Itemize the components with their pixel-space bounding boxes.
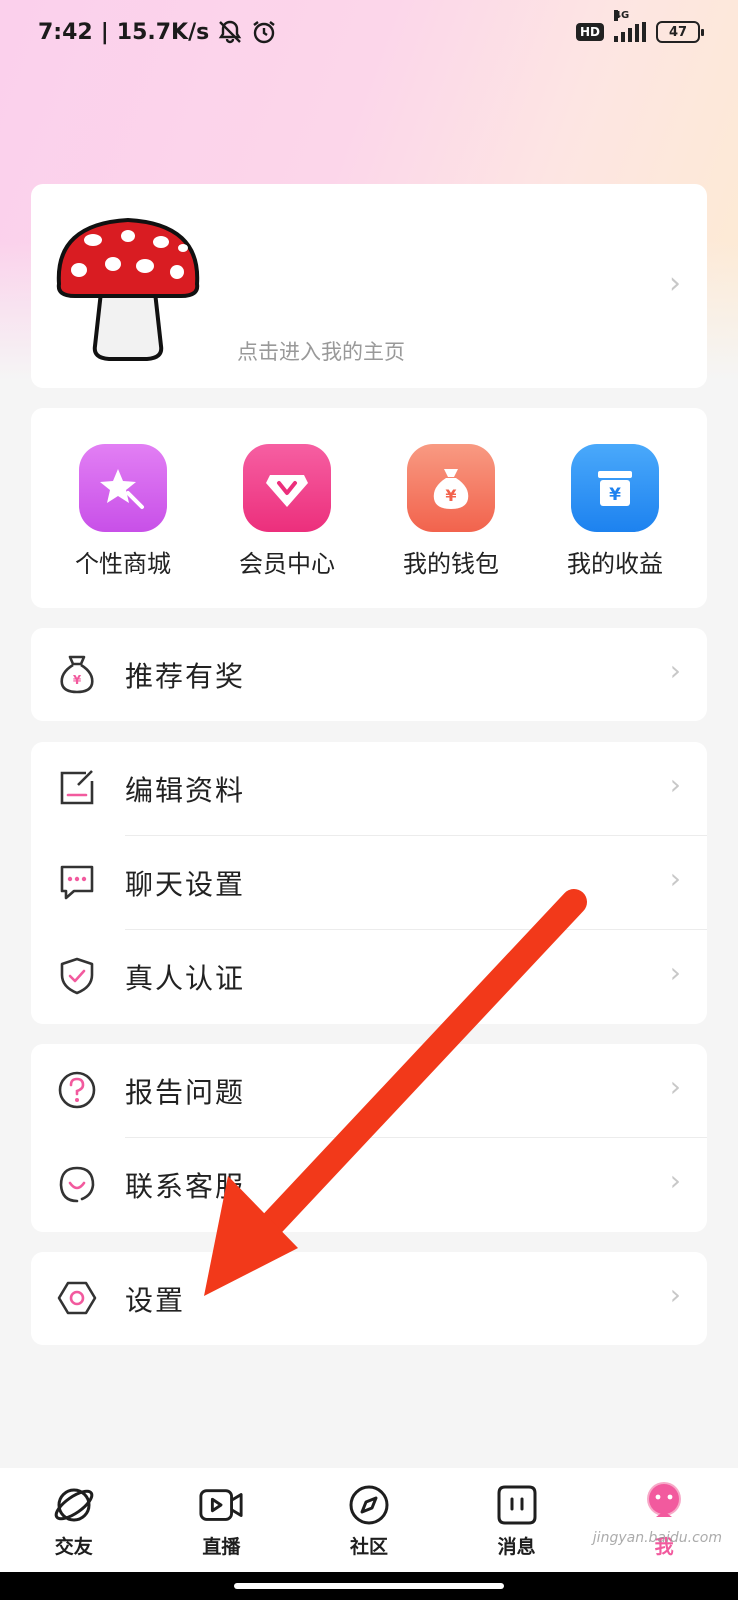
settings-card: 设置 › — [31, 1252, 707, 1345]
feature-label: 个性商城 — [75, 550, 171, 578]
menu-row-verification[interactable]: 真人认证 › — [31, 930, 707, 1023]
hd-badge: HD — [575, 23, 604, 41]
menu-row-edit-profile[interactable]: 编辑资料 › — [31, 742, 707, 835]
chevron-right-icon: › — [669, 266, 681, 301]
nav-label: 交友 — [54, 1536, 93, 1558]
help-card: 报告问题 › 联系客服 › — [31, 1044, 707, 1232]
star-wand-icon — [79, 444, 167, 532]
nav-label: 直播 — [202, 1536, 241, 1558]
home-indicator[interactable] — [234, 1583, 504, 1589]
mushroom-avatar[interactable] — [53, 206, 203, 366]
feature-shop[interactable]: 个性商城 — [48, 408, 198, 608]
chevron-right-icon: › — [669, 768, 681, 801]
money-bag-icon: ¥ — [407, 444, 495, 532]
feature-label: 会员中心 — [239, 550, 335, 578]
menu-row-referral[interactable]: ¥ 推荐有奖 › — [31, 628, 707, 721]
menu-row-report[interactable]: 报告问题 › — [31, 1044, 707, 1137]
vip-diamond-icon — [243, 444, 331, 532]
customer-service-icon — [55, 1162, 99, 1206]
chevron-right-icon: › — [669, 862, 681, 895]
status-right: HD 4G 47 — [575, 10, 704, 43]
feature-earnings[interactable]: ¥ 我的收益 — [540, 408, 690, 608]
status-separator: | — [100, 19, 109, 45]
svg-text:¥: ¥ — [609, 485, 621, 505]
menu-label: 聊天设置 — [125, 867, 246, 901]
message-icon — [494, 1482, 540, 1528]
menu-label: 真人认证 — [125, 961, 246, 995]
status-time: 7:42 — [38, 19, 93, 45]
chevron-right-icon: › — [669, 654, 681, 687]
chevron-right-icon: › — [669, 1278, 681, 1311]
nav-label: 社区 — [349, 1536, 388, 1558]
menu-label: 编辑资料 — [125, 773, 246, 807]
menu-row-chat-settings[interactable]: 聊天设置 › — [31, 836, 707, 929]
planet-icon — [51, 1482, 97, 1528]
compass-icon — [346, 1482, 392, 1528]
menu-row-support[interactable]: 联系客服 › — [31, 1138, 707, 1231]
nav-label: 消息 — [497, 1536, 536, 1558]
battery-icon: 47 — [656, 21, 704, 43]
referral-card: ¥ 推荐有奖 › — [31, 628, 707, 721]
nav-tab-community[interactable]: 社区 — [309, 1482, 429, 1559]
feature-wallet[interactable]: ¥ 我的钱包 — [376, 408, 526, 608]
menu-label: 联系客服 — [125, 1169, 246, 1203]
video-camera-icon — [198, 1482, 244, 1528]
status-speed: 15.7K/s — [116, 19, 210, 45]
menu-label: 推荐有奖 — [125, 659, 246, 693]
chevron-right-icon: › — [669, 956, 681, 989]
signal-icon: 4G — [614, 10, 646, 42]
profile-hint: 点击进入我的主页 — [237, 340, 405, 364]
mute-icon — [219, 20, 242, 44]
status-bar: 7:42 | 15.7K/s HD 4G 47 — [0, 0, 738, 64]
feature-vip[interactable]: 会员中心 — [212, 408, 362, 608]
status-left: 7:42 | 15.7K/s — [38, 19, 277, 45]
alarm-icon — [253, 21, 275, 44]
menu-label: 报告问题 — [125, 1075, 246, 1109]
settings-gear-icon — [55, 1276, 99, 1320]
watermark: jingyan.baidu.com — [592, 1530, 722, 1546]
menu-label: 设置 — [125, 1283, 186, 1317]
svg-text:¥: ¥ — [73, 673, 82, 687]
feature-label: 我的收益 — [567, 550, 663, 578]
profile-avatar-icon — [641, 1482, 687, 1528]
network-type: 4G — [614, 10, 630, 21]
earnings-box-icon: ¥ — [571, 444, 659, 532]
svg-text:¥: ¥ — [445, 486, 456, 505]
shield-check-icon — [55, 954, 99, 998]
nav-tab-live[interactable]: 直播 — [161, 1482, 281, 1559]
money-bag-icon: ¥ — [55, 652, 99, 696]
question-icon — [55, 1068, 99, 1112]
chat-bubble-icon — [55, 860, 99, 904]
nav-tab-me[interactable]: 我 — [604, 1482, 724, 1559]
profile-card[interactable]: 点击进入我的主页 › — [31, 184, 707, 388]
edit-icon — [55, 766, 99, 810]
bottom-nav: 交友 直播 社区 消息 我 — [0, 1468, 738, 1572]
menu-row-settings[interactable]: 设置 › — [31, 1252, 707, 1345]
battery-level: 47 — [668, 24, 688, 40]
chevron-right-icon: › — [669, 1070, 681, 1103]
feature-label: 我的钱包 — [403, 550, 499, 578]
profile-settings-card: 编辑资料 › 聊天设置 › 真人认证 › — [31, 742, 707, 1024]
nav-tab-messages[interactable]: 消息 — [457, 1482, 577, 1559]
chevron-right-icon: › — [669, 1164, 681, 1197]
nav-tab-friends[interactable]: 交友 — [14, 1482, 134, 1559]
feature-grid: 个性商城 会员中心 ¥ 我的钱包 ¥ 我的收益 — [31, 408, 707, 608]
